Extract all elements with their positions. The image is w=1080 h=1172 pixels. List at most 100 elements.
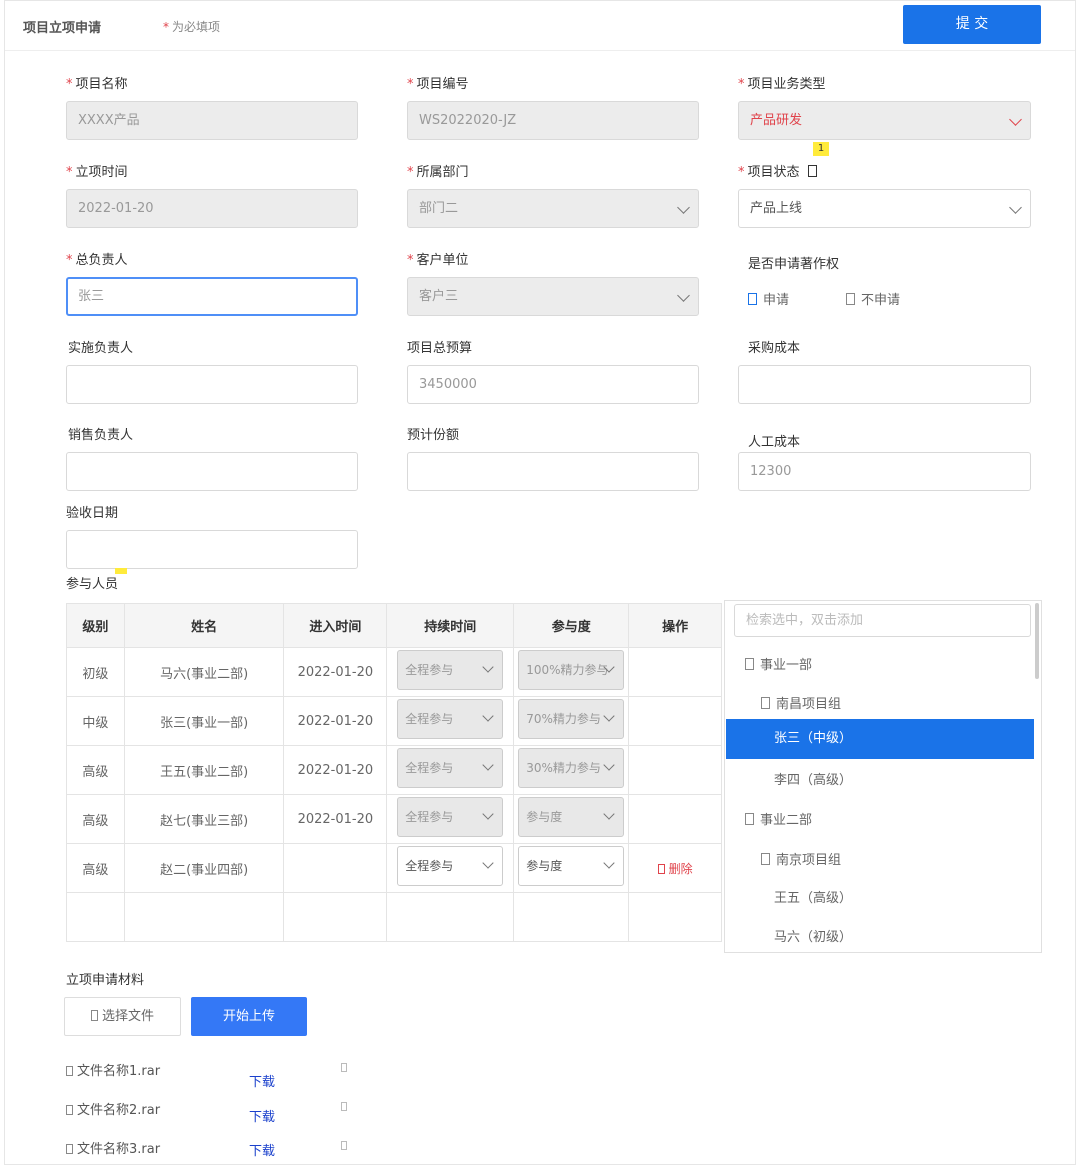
- annotation-badge: [115, 568, 127, 574]
- chevron-down-icon: [677, 201, 690, 214]
- chevron-down-icon: [482, 857, 494, 869]
- folder-icon: [761, 853, 770, 865]
- duration-cell: 全程参与: [386, 794, 515, 844]
- budget-field[interactable]: 3450000: [407, 365, 699, 404]
- degree-select[interactable]: 70%精力参与: [518, 699, 625, 739]
- labor-cost-field[interactable]: 12300: [738, 452, 1031, 491]
- participants-table: 级别 姓名 进入时间 持续时间 参与度 操作 初级 马六(事业二部) 2022-…: [66, 603, 722, 942]
- duration-cell: 全程参与: [386, 745, 515, 795]
- owner-field[interactable]: 张三: [66, 277, 358, 316]
- choose-file-button[interactable]: 选择文件: [64, 997, 181, 1036]
- level-cell[interactable]: 高级: [66, 745, 125, 795]
- checkbox-icon: [748, 293, 757, 305]
- col-duration: 持续时间: [386, 603, 515, 648]
- chevron-down-icon: [1009, 201, 1022, 214]
- col-degree: 参与度: [513, 603, 630, 648]
- degree-select[interactable]: 参与度: [518, 846, 625, 886]
- sales-owner-field[interactable]: [66, 452, 358, 491]
- date-cell: 2022-01-20: [283, 794, 388, 844]
- est-share-label: 预计份额: [407, 428, 460, 443]
- client-value: 客户三: [419, 289, 459, 304]
- required-note: * 为必填项: [163, 20, 221, 34]
- status-value: 产品上线: [750, 201, 803, 216]
- copyright-no-option[interactable]: 不申请: [846, 289, 900, 308]
- tree-item-group-nanchang[interactable]: 南昌项目组: [761, 693, 841, 712]
- table-row: 高级 赵七(事业三部) 2022-01-20 全程参与 参与度: [66, 794, 722, 844]
- tree-item-wangwu[interactable]: 王五（高级）: [774, 887, 852, 906]
- page-title: 项目立项申请: [23, 21, 102, 36]
- file-icon: [66, 1105, 73, 1115]
- col-level: 级别: [66, 603, 125, 648]
- department-select[interactable]: 部门二: [407, 189, 699, 228]
- tree-item-dept2[interactable]: 事业二部: [745, 809, 812, 828]
- tree-item-lisi[interactable]: 李四（高级）: [774, 769, 852, 788]
- degree-select[interactable]: 参与度: [518, 797, 625, 837]
- action-cell: 删除: [628, 843, 722, 893]
- date-cell: 2022-01-20: [283, 647, 388, 697]
- folder-icon: [761, 697, 770, 709]
- department-label: * 所属部门: [407, 165, 469, 180]
- duration-select[interactable]: 全程参与: [397, 846, 504, 886]
- labor-cost-label: 人工成本: [748, 435, 801, 450]
- tree-item-maliu[interactable]: 马六（初级）: [774, 926, 852, 945]
- action-cell: [628, 745, 722, 795]
- delete-button[interactable]: 删除: [657, 862, 693, 876]
- delete-file-icon[interactable]: [341, 1102, 347, 1111]
- degree-cell: 70%精力参与: [513, 696, 630, 746]
- level-cell[interactable]: 高级: [66, 794, 125, 844]
- copyright-label: 是否申请著作权: [748, 257, 840, 272]
- project-name-field[interactable]: XXXX产品: [66, 101, 358, 140]
- duration-select[interactable]: 全程参与: [397, 797, 504, 837]
- degree-select[interactable]: 100%精力参与: [518, 650, 625, 690]
- tree-item-zhangsan-selected[interactable]: 张三（中级）: [726, 719, 1034, 759]
- download-link[interactable]: 下载: [249, 1140, 275, 1159]
- degree-cell: 100%精力参与: [513, 647, 630, 697]
- materials-label: 立项申请材料: [66, 973, 145, 988]
- download-link[interactable]: 下载: [249, 1071, 275, 1090]
- application-form-page: 项目立项申请 * 为必填项 提 交: [4, 0, 1076, 1165]
- duration-select[interactable]: 全程参与: [397, 699, 504, 739]
- action-cell: [628, 794, 722, 844]
- degree-select[interactable]: 30%精力参与: [518, 748, 625, 788]
- accept-date-label: 验收日期: [66, 506, 119, 521]
- trash-icon: [657, 863, 665, 874]
- level-cell[interactable]: 高级: [66, 843, 125, 893]
- date-cell: 2022-01-20: [283, 745, 388, 795]
- biz-type-label: * 项目业务类型: [738, 77, 826, 92]
- member-search-input[interactable]: 检索选中，双击添加: [734, 604, 1031, 637]
- tree-item-dept1[interactable]: 事业一部: [745, 654, 812, 673]
- est-share-field[interactable]: [407, 452, 699, 491]
- scrollbar[interactable]: [1035, 603, 1039, 679]
- file-item: 文件名称1.rar: [66, 1060, 160, 1079]
- accept-date-field[interactable]: [66, 530, 358, 569]
- name-cell: 马六(事业二部): [123, 647, 285, 697]
- impl-owner-field[interactable]: [66, 365, 358, 404]
- tree-item-group-nanjing[interactable]: 南京项目组: [761, 849, 841, 868]
- duration-select[interactable]: 全程参与: [397, 650, 504, 690]
- client-label: * 客户单位: [407, 253, 469, 268]
- table-row: 初级 马六(事业二部) 2022-01-20 全程参与 100%精力参与: [66, 647, 722, 697]
- delete-file-icon[interactable]: [341, 1063, 347, 1072]
- copyright-yes-option[interactable]: 申请: [748, 289, 789, 308]
- chevron-down-icon: [482, 661, 494, 673]
- file-item: 文件名称3.rar: [66, 1138, 160, 1157]
- duration-select[interactable]: 全程参与: [397, 748, 504, 788]
- client-select[interactable]: 客户三: [407, 277, 699, 316]
- delete-file-icon[interactable]: [341, 1141, 347, 1150]
- biz-type-select[interactable]: 产品研发: [738, 101, 1031, 140]
- chevron-down-icon: [603, 710, 615, 722]
- setup-time-field[interactable]: 2022-01-20: [66, 189, 358, 228]
- required-note-text: 为必填项: [172, 20, 221, 34]
- purchase-cost-field[interactable]: [738, 365, 1031, 404]
- col-name: 姓名: [123, 603, 285, 648]
- submit-button[interactable]: 提 交: [903, 5, 1041, 44]
- checkbox-icon: [846, 293, 855, 305]
- download-link[interactable]: 下载: [249, 1106, 275, 1125]
- level-cell[interactable]: 初级: [66, 647, 125, 697]
- status-select[interactable]: 产品上线: [738, 189, 1031, 228]
- owner-label: * 总负责人: [66, 253, 128, 268]
- level-cell[interactable]: 中级: [66, 696, 125, 746]
- start-upload-button[interactable]: 开始上传: [191, 997, 307, 1036]
- department-value: 部门二: [419, 201, 459, 216]
- project-no-field[interactable]: WS2022020-JZ: [407, 101, 699, 140]
